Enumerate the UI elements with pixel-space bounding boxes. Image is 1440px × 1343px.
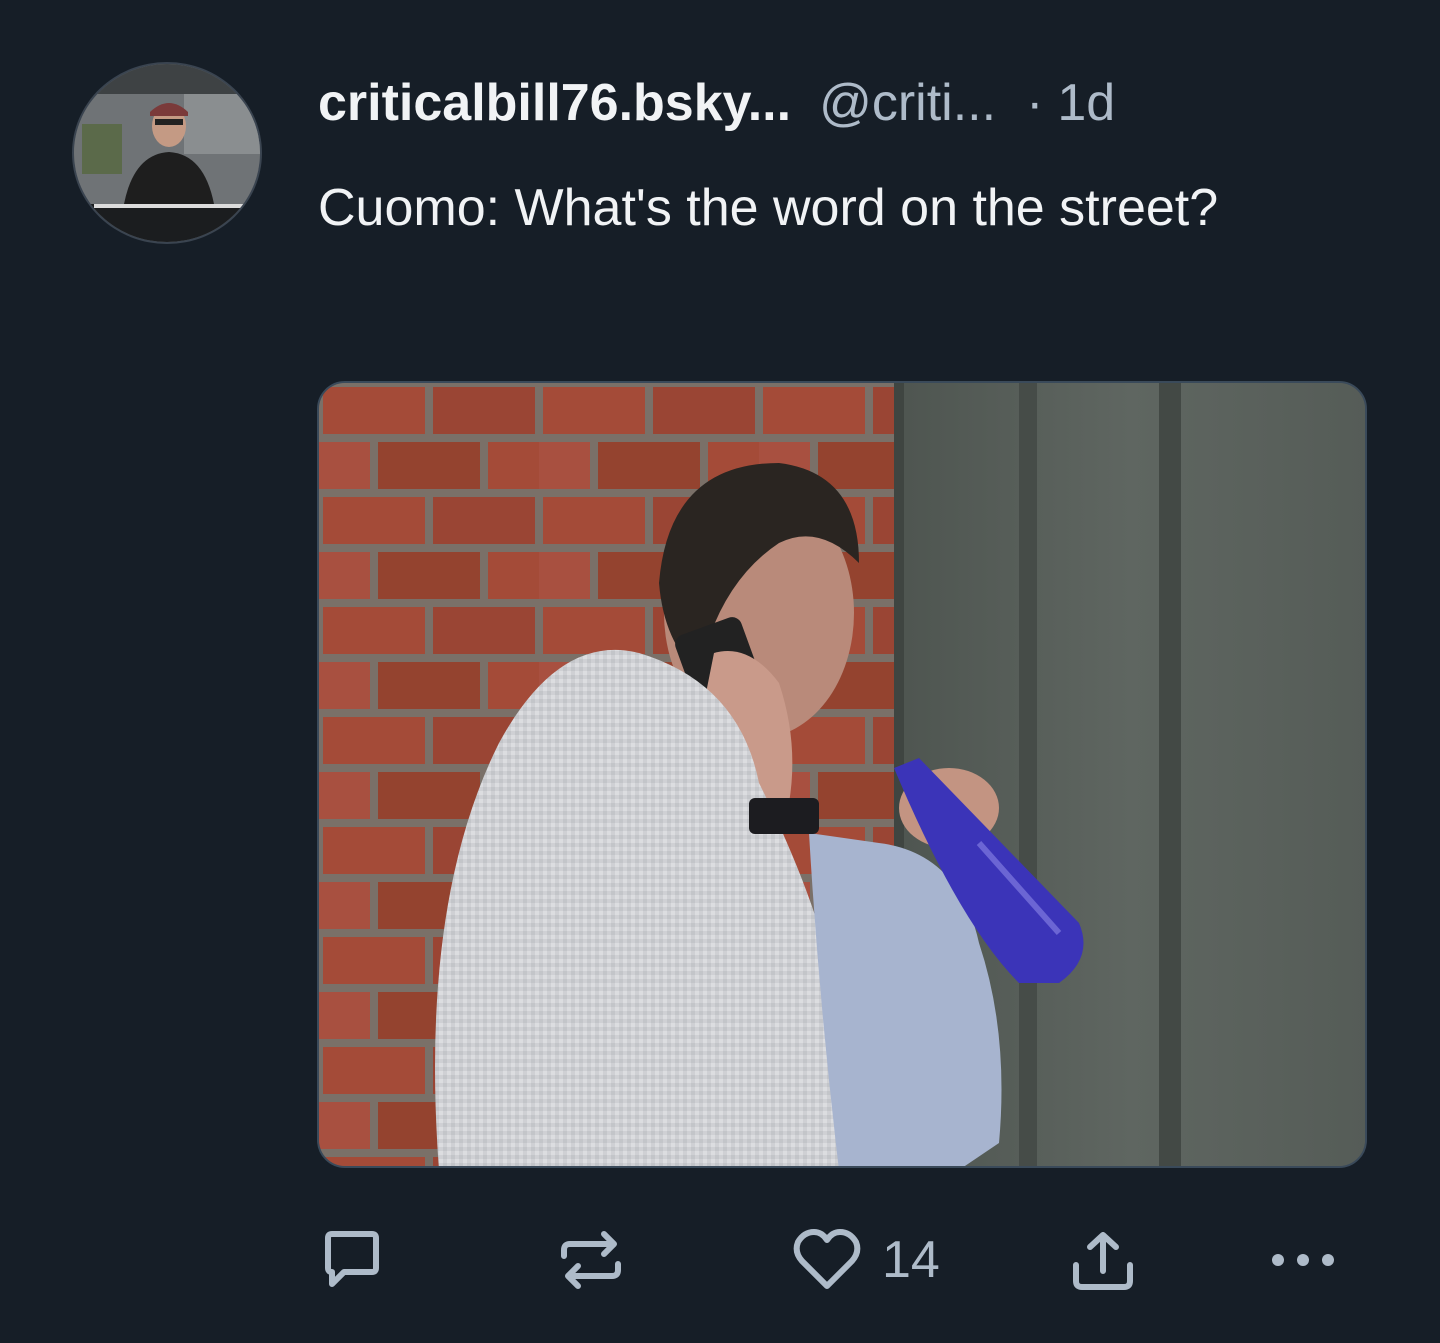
heart-icon xyxy=(793,1229,861,1289)
avatar[interactable] xyxy=(72,62,262,244)
share-button[interactable] xyxy=(1070,1222,1136,1298)
repost-button[interactable] xyxy=(556,1222,626,1298)
post-time[interactable]: 1d xyxy=(1057,73,1115,133)
post-header: criticalbill76.bsky... @criti... · 1d xyxy=(318,68,1115,138)
action-bar: 14 xyxy=(318,1222,1368,1298)
avatar-image xyxy=(74,64,260,242)
reply-icon xyxy=(325,1231,379,1287)
more-button[interactable] xyxy=(1268,1222,1338,1298)
repost-icon xyxy=(561,1231,621,1289)
like-button[interactable]: 14 xyxy=(792,1222,940,1298)
more-icon xyxy=(1272,1254,1334,1266)
post-image[interactable] xyxy=(317,381,1367,1168)
post-text: Cuomo: What's the word on the street? xyxy=(318,179,1219,237)
share-icon xyxy=(1073,1232,1133,1290)
reply-button[interactable] xyxy=(318,1222,386,1298)
display-name[interactable]: criticalbill76.bsky... xyxy=(318,73,791,133)
separator-dot: · xyxy=(1026,74,1044,132)
handle[interactable]: @criti... xyxy=(819,73,996,133)
photo-illustration xyxy=(319,383,1365,1166)
like-count: 14 xyxy=(882,1231,940,1289)
